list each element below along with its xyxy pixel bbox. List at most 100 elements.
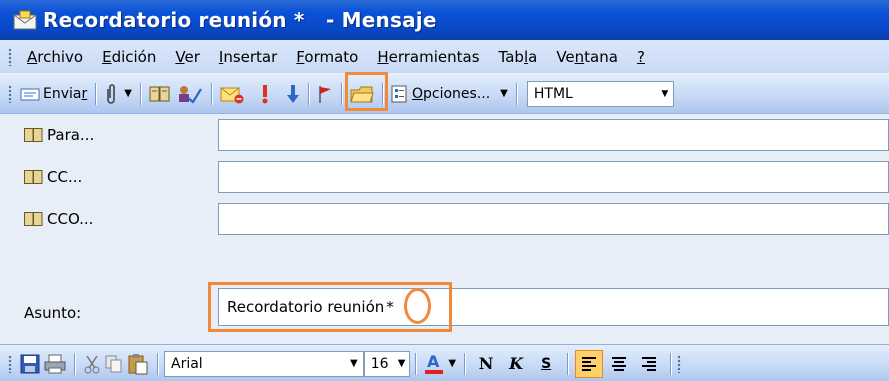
font-name-select[interactable]: Arial bbox=[164, 350, 364, 377]
to-button[interactable]: Para... bbox=[24, 114, 94, 156]
save-icon bbox=[20, 354, 40, 373]
cut-button[interactable] bbox=[83, 349, 101, 379]
svg-text:A: A bbox=[427, 353, 440, 371]
importance-low-icon bbox=[286, 84, 299, 103]
font-color-button[interactable]: A ▼ bbox=[424, 349, 456, 379]
address-book-icon bbox=[149, 86, 170, 101]
flag-message-button[interactable] bbox=[220, 79, 244, 109]
align-right-button[interactable] bbox=[635, 350, 663, 378]
address-book-icon bbox=[24, 212, 43, 226]
menu-grip[interactable] bbox=[8, 47, 12, 66]
toolbar-overflow-grip[interactable] bbox=[677, 354, 682, 373]
toolbar-grip[interactable] bbox=[8, 354, 12, 373]
bcc-row: CCO... bbox=[0, 198, 889, 240]
subject-label: Asunto: bbox=[24, 304, 82, 322]
options-button[interactable]: Opciones... ▼ bbox=[391, 79, 508, 109]
separator bbox=[139, 82, 141, 105]
send-icon bbox=[20, 88, 40, 100]
message-window: Recordatorio reunión * - Mensaje Archivo… bbox=[0, 0, 889, 381]
standard-toolbar: Envia r ▼ O pciones... ▼ HTML ▼ bbox=[0, 74, 889, 114]
separator bbox=[464, 352, 466, 375]
flag-icon bbox=[319, 85, 331, 103]
menu-edicion[interactable]: Edición bbox=[93, 48, 166, 66]
toolbar-grip[interactable] bbox=[8, 84, 12, 103]
separator bbox=[307, 82, 309, 105]
cc-row: CC... bbox=[0, 156, 889, 198]
separator bbox=[567, 352, 569, 375]
paste-button[interactable] bbox=[127, 349, 149, 379]
chevron-down-icon[interactable]: ▼ bbox=[657, 82, 673, 106]
paperclip-icon bbox=[107, 83, 116, 104]
menu-ventana[interactable]: Ventana bbox=[547, 48, 628, 66]
importance-low-button[interactable] bbox=[286, 79, 300, 109]
message-format-select[interactable]: HTML ▼ bbox=[526, 80, 674, 107]
flag-envelope-icon bbox=[220, 87, 244, 103]
bold-button[interactable]: N bbox=[472, 350, 500, 378]
bcc-button[interactable]: CCO... bbox=[24, 198, 93, 240]
menu-archivo[interactable]: Archivo bbox=[18, 48, 93, 66]
separator bbox=[670, 352, 672, 375]
check-names-icon bbox=[178, 85, 202, 104]
align-center-button[interactable] bbox=[605, 350, 633, 378]
address-book-icon bbox=[24, 128, 43, 142]
address-book-icon bbox=[24, 170, 43, 184]
separator bbox=[415, 352, 417, 375]
italic-button[interactable]: K bbox=[502, 350, 530, 378]
menu-formato[interactable]: Formato bbox=[287, 48, 368, 66]
address-book-button[interactable] bbox=[149, 79, 171, 109]
menu-insertar[interactable]: Insertar bbox=[210, 48, 287, 66]
cut-icon bbox=[84, 355, 100, 373]
subject-text: Recordatorio reunión bbox=[227, 298, 385, 316]
strikethrough-button[interactable]: S bbox=[532, 350, 560, 378]
cc-button[interactable]: CC... bbox=[24, 156, 82, 198]
message-header: Para... CC... CCO... Asunto: Recordatori… bbox=[0, 114, 889, 347]
copy-icon bbox=[105, 355, 122, 372]
separator bbox=[95, 82, 97, 105]
chevron-down-icon[interactable]: ▼ bbox=[124, 88, 132, 99]
save-button[interactable] bbox=[20, 349, 40, 379]
print-button[interactable] bbox=[44, 349, 66, 379]
to-field[interactable] bbox=[218, 119, 889, 151]
menu-herramientas[interactable]: Herramientas bbox=[368, 48, 489, 66]
separator bbox=[340, 82, 342, 105]
chevron-down-icon[interactable]: ▼ bbox=[500, 88, 508, 99]
unsaved-marker: * bbox=[386, 298, 394, 316]
separator bbox=[157, 352, 158, 375]
align-center-icon bbox=[612, 356, 627, 371]
envelope-icon[interactable] bbox=[13, 10, 37, 30]
paste-icon bbox=[128, 353, 148, 374]
to-row: Para... bbox=[0, 114, 889, 156]
window-title: Recordatorio reunión * - Mensaje bbox=[43, 8, 437, 32]
print-icon bbox=[44, 354, 66, 373]
chevron-down-icon[interactable]: ▼ bbox=[448, 358, 456, 369]
send-button[interactable]: Envia r bbox=[20, 79, 87, 109]
menu-ver[interactable]: Ver bbox=[166, 48, 210, 66]
importance-high-icon bbox=[262, 84, 268, 103]
separator bbox=[74, 352, 75, 375]
formatting-toolbar: Arial ▼ 16 ▼ A ▼ N K S bbox=[0, 344, 889, 381]
subject-field[interactable]: Recordatorio reunión * bbox=[218, 288, 889, 326]
copy-button[interactable] bbox=[105, 349, 123, 379]
align-left-button[interactable] bbox=[575, 349, 604, 378]
cc-field[interactable] bbox=[218, 161, 889, 193]
follow-up-button[interactable] bbox=[317, 79, 333, 109]
attach-button[interactable]: ▼ bbox=[104, 79, 132, 109]
check-names-button[interactable] bbox=[175, 79, 203, 109]
title-bar: Recordatorio reunión * - Mensaje bbox=[0, 0, 889, 40]
chevron-down-icon[interactable]: ▼ bbox=[398, 358, 406, 369]
folder-icon bbox=[350, 86, 374, 102]
separator bbox=[210, 82, 212, 105]
align-right-icon bbox=[642, 356, 657, 371]
align-left-icon bbox=[582, 356, 597, 371]
separator bbox=[515, 82, 517, 105]
importance-high-button[interactable] bbox=[248, 79, 282, 109]
menu-bar: Archivo Edición Ver Insertar Formato Her… bbox=[0, 40, 889, 73]
chevron-down-icon[interactable]: ▼ bbox=[350, 358, 358, 369]
font-color-icon: A bbox=[425, 353, 444, 374]
options-icon bbox=[391, 85, 407, 102]
menu-ayuda[interactable]: ? bbox=[628, 48, 655, 66]
menu-tabla[interactable]: Tabla bbox=[490, 48, 548, 66]
separator bbox=[381, 82, 383, 105]
bcc-field[interactable] bbox=[218, 203, 889, 235]
folder-button[interactable] bbox=[350, 79, 374, 109]
